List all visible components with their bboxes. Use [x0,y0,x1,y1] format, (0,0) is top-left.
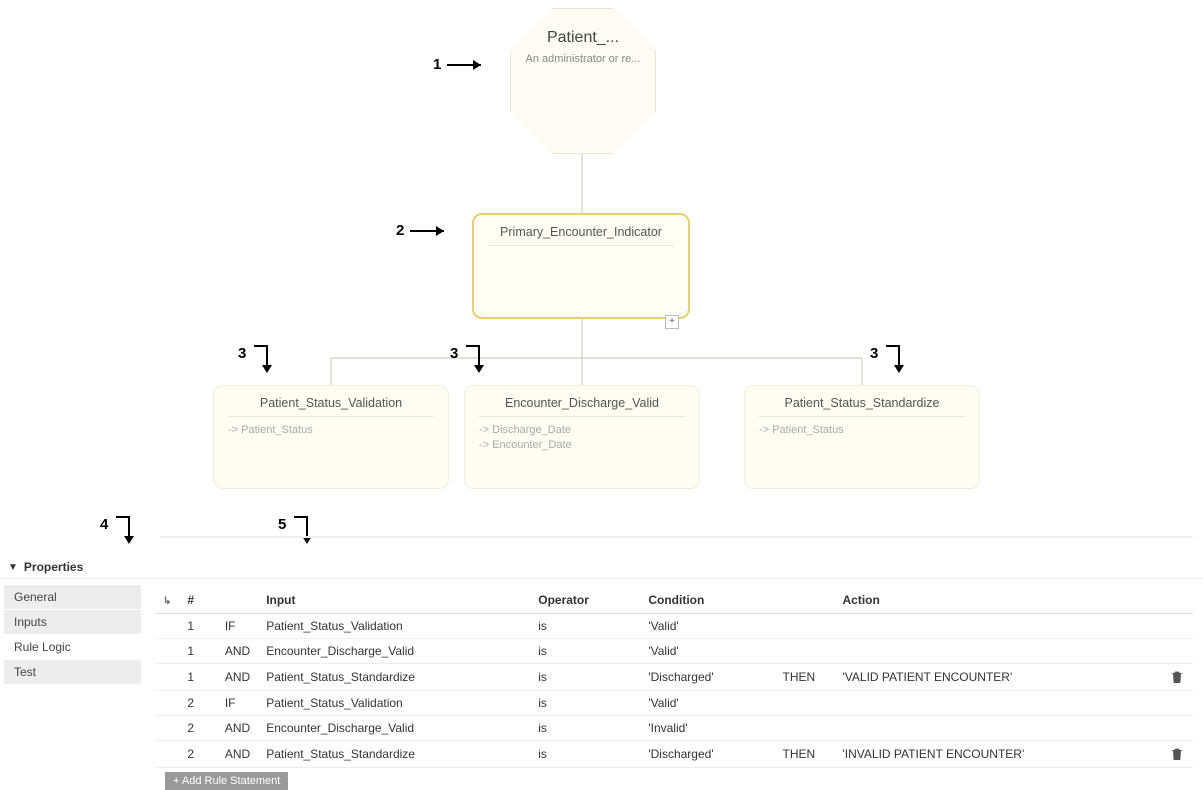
table-row[interactable]: 1IFPatient_Status_Validationis'Valid' [155,614,1193,639]
rule-node-field: -> Patient_Status [759,423,965,438]
annotation-3-right: 3 [870,345,906,373]
rule-node-title: Primary_Encounter_Indicator [488,225,674,246]
rule-node-title: Encounter_Discharge_Valid [479,396,685,417]
divider [160,536,1193,538]
add-rule-statement-button[interactable]: + Add Rule Statement [165,772,288,790]
cell-then [775,614,835,639]
col-num: # [179,587,216,614]
cell-then [775,639,835,664]
annotation-2: 2 [396,222,444,239]
cell-condition: 'Discharged' [640,664,774,691]
properties-title: Properties [24,560,83,574]
annotation-4: 4 [100,516,136,544]
tab-test[interactable]: Test [4,660,141,684]
table-header-row: ↳ # Input Operator Condition Action [155,587,1193,614]
cell-input: Patient_Status_Standardize [258,664,530,691]
table-row[interactable]: 2IFPatient_Status_Validationis'Valid' [155,691,1193,716]
cell-keyword: AND [217,716,258,741]
cell-action [835,691,1161,716]
cell-then [775,716,835,741]
cell-input: Encounter_Discharge_Valid [258,716,530,741]
col-keyword [217,587,258,614]
properties-tabs: General Inputs Rule Logic Test [0,579,145,790]
annotation-5: 5 [278,516,314,544]
cell-operator: is [530,614,640,639]
annotation-3-left: 3 [238,345,274,373]
cell-then [775,691,835,716]
cell-num: 1 [179,614,216,639]
rule-node-field: -> Encounter_Date [479,438,685,453]
root-node[interactable]: Patient_... An administrator or re... [510,8,656,154]
cell-condition: 'Valid' [640,691,774,716]
col-then [775,587,835,614]
cell-input: Patient_Status_Validation [258,614,530,639]
rule-node-field: -> Patient_Status [228,423,434,438]
cell-action: 'INVALID PATIENT ENCOUNTER' [835,741,1161,768]
add-node-button[interactable]: + [665,315,679,329]
cell-num: 2 [179,741,216,768]
cell-action [835,716,1161,741]
rule-node-mid[interactable]: Encounter_Discharge_Valid -> Discharge_D… [464,385,700,489]
root-node-subtitle: An administrator or re... [526,53,641,65]
cell-operator: is [530,639,640,664]
cell-keyword: AND [217,664,258,691]
col-input: Input [258,587,530,614]
cell-keyword: AND [217,741,258,768]
cell-condition: 'Valid' [640,614,774,639]
annotation-3-mid: 3 [450,345,486,373]
cell-num: 1 [179,639,216,664]
cell-condition: 'Discharged' [640,741,774,768]
delete-icon[interactable] [1169,746,1185,762]
cell-input: Patient_Status_Validation [258,691,530,716]
table-row[interactable]: 1ANDPatient_Status_Standardizeis'Dischar… [155,664,1193,691]
cell-action: 'VALID PATIENT ENCOUNTER' [835,664,1161,691]
cell-condition: 'Valid' [640,639,774,664]
rule-node-field: -> Discharge_Date [479,423,685,438]
cell-then: THEN [775,741,835,768]
cell-operator: is [530,691,640,716]
reorder-icon: ↳ [163,596,171,607]
properties-panel-body: General Inputs Rule Logic Test ↳ # Input… [0,579,1203,790]
cell-input: Patient_Status_Standardize [258,741,530,768]
table-row[interactable]: 1ANDEncounter_Discharge_Validis'Valid' [155,639,1193,664]
cell-then: THEN [775,664,835,691]
delete-icon[interactable] [1169,669,1185,685]
rule-node-title: Patient_Status_Validation [228,396,434,417]
root-node-title: Patient_... [547,29,619,47]
diagram-canvas[interactable]: 1 2 3 3 3 Patient_... An administrator o… [0,0,1203,530]
cell-keyword: AND [217,639,258,664]
annotation-1: 1 [433,56,481,73]
cell-operator: is [530,664,640,691]
tab-inputs[interactable]: Inputs [4,610,141,634]
col-action: Action [835,587,1161,614]
cell-action [835,614,1161,639]
cell-input: Encounter_Discharge_Valid [258,639,530,664]
rule-node-right[interactable]: Patient_Status_Standardize -> Patient_St… [744,385,980,489]
table-row[interactable]: 2ANDEncounter_Discharge_Validis'Invalid' [155,716,1193,741]
table-row[interactable]: 2ANDPatient_Status_Standardizeis'Dischar… [155,741,1193,768]
rule-logic-table: ↳ # Input Operator Condition Action 1IFP… [155,587,1193,790]
cell-operator: is [530,716,640,741]
cell-action [835,639,1161,664]
tab-rule-logic[interactable]: Rule Logic [4,635,141,659]
rule-node-left[interactable]: Patient_Status_Validation -> Patient_Sta… [213,385,449,489]
rule-node-selected[interactable]: Primary_Encounter_Indicator [472,213,690,319]
cell-num: 2 [179,691,216,716]
properties-panel-header[interactable]: ▼ Properties [0,556,1203,579]
col-condition: Condition [640,587,774,614]
cell-num: 1 [179,664,216,691]
cell-keyword: IF [217,614,258,639]
rule-node-title: Patient_Status_Standardize [759,396,965,417]
collapse-icon[interactable]: ▼ [8,562,18,573]
cell-keyword: IF [217,691,258,716]
cell-condition: 'Invalid' [640,716,774,741]
cell-operator: is [530,741,640,768]
col-operator: Operator [530,587,640,614]
cell-num: 2 [179,716,216,741]
tab-general[interactable]: General [4,585,141,609]
